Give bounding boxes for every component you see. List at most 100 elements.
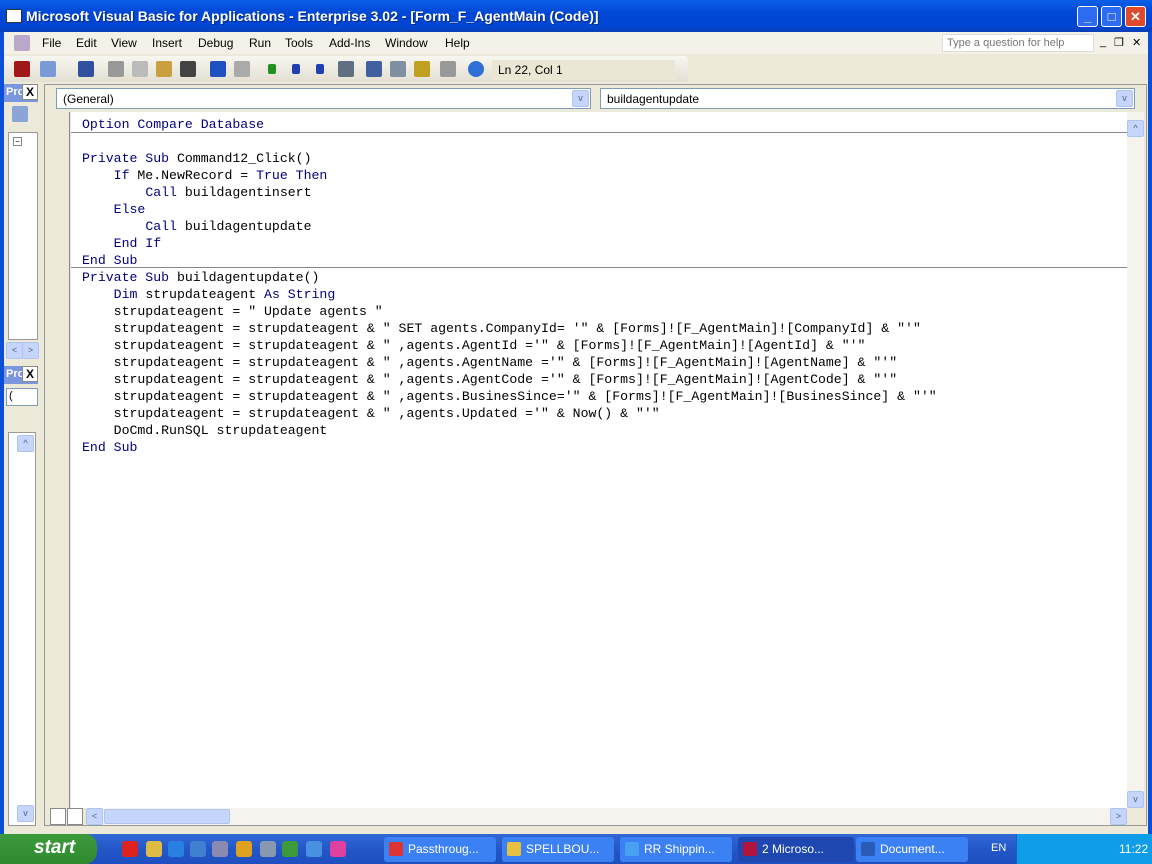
help-icon[interactable]: [468, 61, 484, 77]
scroll-up-button[interactable]: ^: [17, 435, 34, 452]
close-project-button[interactable]: X: [22, 84, 38, 100]
close-properties-button[interactable]: X: [22, 366, 38, 382]
keyword: Private Sub: [82, 270, 170, 285]
quick-launch-icon[interactable]: [236, 841, 252, 857]
taskbar-button[interactable]: SPELLBOU...: [502, 837, 614, 862]
taskbar-button[interactable]: RR Shippin...: [620, 837, 732, 862]
insert-module-icon[interactable]: [40, 61, 56, 77]
scroll-left-button[interactable]: <: [6, 342, 23, 359]
minimize-button[interactable]: _: [1077, 6, 1098, 27]
scroll-left-button[interactable]: <: [86, 808, 103, 825]
chevron-down-icon[interactable]: v: [1116, 90, 1133, 107]
object-combo[interactable]: (General) v: [56, 88, 591, 109]
procedure-view-button[interactable]: [50, 808, 66, 825]
quick-launch-icon[interactable]: [146, 841, 162, 857]
redo-icon[interactable]: [234, 61, 250, 77]
taskbar-button-label: Document...: [880, 842, 945, 856]
margin-indicator-bar[interactable]: [48, 112, 70, 808]
menu-file[interactable]: File: [42, 36, 61, 50]
vertical-scrollbar[interactable]: ^ v: [1127, 112, 1144, 808]
undo-icon[interactable]: [210, 61, 226, 77]
view-object-icon[interactable]: [12, 106, 28, 122]
quick-launch-icon[interactable]: [260, 841, 276, 857]
properties-grid[interactable]: ^ v: [8, 432, 36, 826]
code-line: strupdateagent = strupdateagent & " ,age…: [82, 354, 897, 371]
scroll-right-button[interactable]: >: [1110, 808, 1127, 825]
menu-window[interactable]: Window: [385, 36, 428, 50]
mdi-close-button[interactable]: ✕: [1132, 36, 1141, 49]
properties-icon[interactable]: [390, 61, 406, 77]
quick-launch-icon[interactable]: [306, 841, 322, 857]
language-indicator[interactable]: EN: [991, 842, 1006, 854]
design-mode-icon[interactable]: [338, 61, 354, 77]
window-title: Microsoft Visual Basic for Applications …: [26, 8, 599, 24]
menu-tools[interactable]: Tools: [285, 36, 313, 50]
quick-launch-icon[interactable]: [122, 841, 138, 857]
code-line: Dim strupdateagent As String: [82, 286, 336, 303]
taskbar-button[interactable]: Document...: [856, 837, 968, 862]
quick-launch-icon[interactable]: [190, 841, 206, 857]
object-browser-icon[interactable]: [414, 61, 430, 77]
project-tree[interactable]: −: [8, 132, 38, 340]
run-icon[interactable]: [268, 64, 276, 74]
horizontal-scrollbar[interactable]: < >: [86, 808, 1127, 825]
properties-title: Pro X: [4, 366, 38, 384]
chevron-down-icon[interactable]: v: [572, 90, 589, 107]
collapse-icon[interactable]: −: [13, 137, 22, 146]
menu-addins[interactable]: Add-Ins: [329, 36, 370, 50]
quick-launch-icon[interactable]: [282, 841, 298, 857]
taskbar-button[interactable]: 2 Microso...: [738, 837, 854, 862]
quick-launch-icon[interactable]: [330, 841, 346, 857]
reset-icon[interactable]: [316, 64, 324, 74]
menu-help[interactable]: Help: [445, 36, 470, 50]
maximize-button[interactable]: □: [1101, 6, 1122, 27]
save-icon[interactable]: [78, 61, 94, 77]
mdi-minimize-button[interactable]: _: [1100, 36, 1106, 48]
close-button[interactable]: ✕: [1125, 6, 1146, 27]
code-editor[interactable]: Option Compare Database Private Sub Comma…: [71, 112, 1127, 808]
scroll-right-button[interactable]: >: [22, 342, 39, 359]
copy-icon[interactable]: [132, 61, 148, 77]
scroll-up-button[interactable]: ^: [1127, 120, 1144, 137]
taskbar-button[interactable]: Passthroug...: [384, 837, 496, 862]
keyword: End Sub: [82, 253, 138, 268]
scroll-down-button[interactable]: v: [17, 805, 34, 822]
procedure-combo[interactable]: buildagentupdate v: [600, 88, 1135, 109]
scroll-thumb[interactable]: [104, 809, 230, 824]
keyword: End Sub: [82, 440, 138, 455]
menu-edit[interactable]: Edit: [76, 36, 97, 50]
full-module-view-button[interactable]: [67, 808, 83, 825]
keyword: True Then: [256, 168, 328, 183]
cursor-position: Ln 22, Col 1: [492, 60, 675, 80]
combo-value: (: [9, 390, 13, 402]
quick-launch-icon[interactable]: [212, 841, 228, 857]
find-icon[interactable]: [180, 61, 196, 77]
mdi-restore-button[interactable]: ❐: [1114, 36, 1124, 49]
help-search-input[interactable]: Type a question for help: [942, 34, 1094, 52]
menu-debug[interactable]: Debug: [198, 36, 233, 50]
break-icon[interactable]: [292, 64, 300, 74]
taskbar-button-label: SPELLBOU...: [526, 842, 600, 856]
code-line: If Me.NewRecord = True Then: [82, 167, 328, 184]
scroll-down-button[interactable]: v: [1127, 791, 1144, 808]
code-text: strupdateagent = strupdateagent & " SET …: [82, 321, 921, 336]
access-icon[interactable]: [14, 61, 30, 77]
menu-run[interactable]: Run: [249, 36, 271, 50]
object-combo[interactable]: (: [6, 388, 38, 406]
access-view-icon[interactable]: [14, 35, 30, 51]
keyword: Option Compare Database: [82, 117, 265, 132]
quick-launch-icon[interactable]: [168, 841, 184, 857]
cut-icon[interactable]: [108, 61, 124, 77]
code-line: strupdateagent = strupdateagent & " SET …: [82, 320, 921, 337]
menu-insert[interactable]: Insert: [152, 36, 182, 50]
paste-icon[interactable]: [156, 61, 172, 77]
start-button[interactable]: start: [0, 834, 97, 864]
project-explorer-icon[interactable]: [366, 61, 382, 77]
toolbox-icon[interactable]: [440, 61, 456, 77]
code-text: buildagentupdate: [176, 219, 312, 234]
menu-view[interactable]: View: [111, 36, 137, 50]
code-text: buildagentinsert: [176, 185, 312, 200]
keyword: Else: [113, 202, 146, 217]
